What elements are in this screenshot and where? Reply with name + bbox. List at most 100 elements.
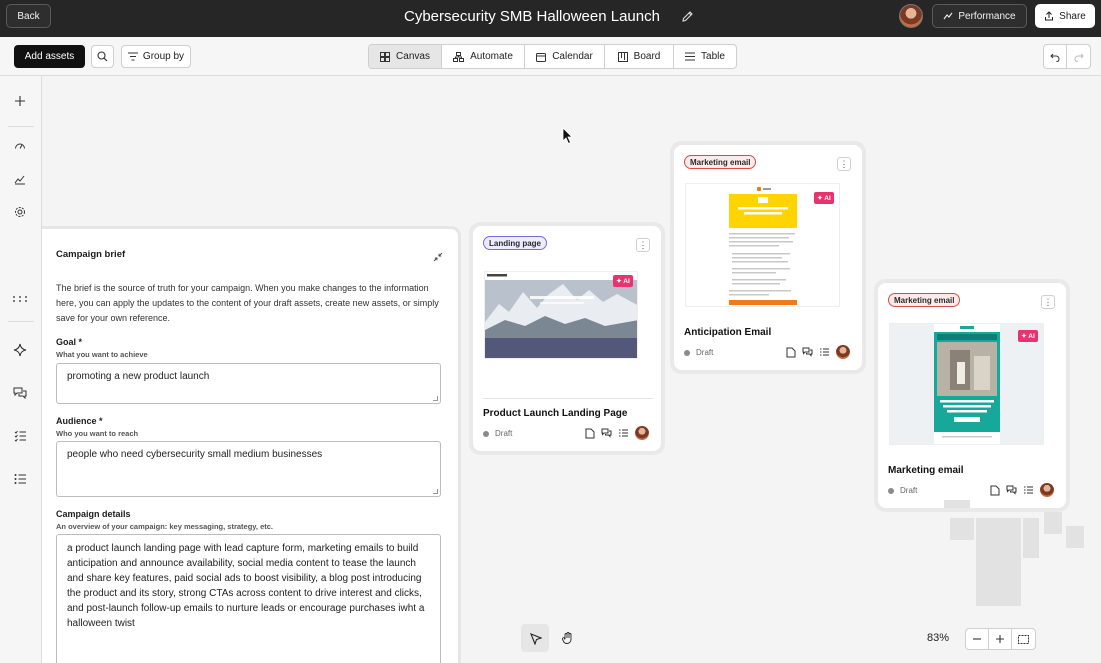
document-icon[interactable] <box>785 347 796 358</box>
hand-icon <box>562 632 572 644</box>
performance-icon <box>943 12 953 20</box>
marketing-email-card[interactable]: Marketing email ⋮ ✦ AI Marketing email D… <box>874 279 1070 512</box>
campaign-title: Cybersecurity SMB Halloween Launch <box>404 8 660 25</box>
brief-title: Campaign brief <box>56 249 126 260</box>
zoom-controls <box>965 628 1036 650</box>
card-actions <box>785 345 850 359</box>
sparkle-icon[interactable] <box>12 342 28 358</box>
left-rail <box>0 76 42 663</box>
search-button[interactable] <box>91 45 114 68</box>
canvas-icon <box>380 51 391 62</box>
comments-icon[interactable] <box>601 428 612 439</box>
tab-calendar-label: Calendar <box>552 51 593 62</box>
add-assets-button[interactable]: Add assets <box>14 45 85 68</box>
status-dot <box>483 430 489 437</box>
tab-calendar[interactable]: Calendar <box>525 45 605 68</box>
group-by-button[interactable]: Group by <box>121 45 191 68</box>
select-tool-button[interactable] <box>521 624 549 652</box>
search-icon <box>97 51 108 62</box>
resize-handle-icon[interactable] <box>433 489 438 494</box>
landing-page-card-body: Landing page ⋮ ✦ AI Product Launch Landi… <box>473 226 661 451</box>
fit-to-screen-button[interactable] <box>1012 629 1035 649</box>
minus-icon <box>973 638 981 640</box>
drag-handle-icon[interactable] <box>12 291 28 307</box>
status-badge: Draft <box>888 486 917 495</box>
back-label: Back <box>17 10 40 22</box>
zoom-in-button[interactable] <box>989 629 1012 649</box>
status-label: Draft <box>900 486 918 495</box>
goal-sublabel: What you want to achieve <box>56 350 148 359</box>
card-actions <box>989 483 1054 497</box>
landing-page-card[interactable]: Landing page ⋮ ✦ AI Product Launch Landi… <box>469 222 665 455</box>
zoom-out-button[interactable] <box>966 629 989 649</box>
more-options-button[interactable]: ⋮ <box>837 157 851 171</box>
plus-icon[interactable] <box>12 93 28 109</box>
details-field[interactable]: a product launch landing page with lead … <box>56 534 441 663</box>
card-actions <box>584 426 649 440</box>
assignee-avatar[interactable] <box>836 345 850 359</box>
comments-icon[interactable] <box>1006 485 1017 496</box>
more-options-button[interactable]: ⋮ <box>636 238 650 252</box>
tab-board-label: Board <box>633 51 661 62</box>
pencil-icon[interactable] <box>681 10 694 23</box>
toolbar: Add assets Group by Canvas Automate Cale… <box>0 37 1101 76</box>
goal-label: Goal * <box>56 337 83 347</box>
card-title: Anticipation Email <box>684 327 772 338</box>
undo-icon <box>1050 53 1060 62</box>
details-sublabel: An overview of your campaign: key messag… <box>56 522 274 531</box>
audience-label: Audience * <box>56 416 103 426</box>
tab-table[interactable]: Table <box>674 45 736 68</box>
undo-button[interactable] <box>1044 45 1067 68</box>
document-icon[interactable] <box>584 428 595 439</box>
goal-field[interactable]: promoting a new product launch <box>56 363 441 404</box>
analytics-icon[interactable] <box>12 171 28 187</box>
redo-button[interactable] <box>1067 45 1090 68</box>
status-badge: Draft <box>684 348 713 357</box>
fit-frame-icon <box>1018 634 1029 644</box>
user-avatar[interactable] <box>899 4 923 28</box>
list-icon[interactable] <box>12 471 28 487</box>
asset-type-tag: Marketing email <box>684 155 757 169</box>
ai-badge: ✦ AI <box>613 275 633 287</box>
gauge-icon[interactable] <box>12 138 28 154</box>
share-icon <box>1045 11 1054 21</box>
rail-divider <box>8 321 34 322</box>
tab-automate[interactable]: Automate <box>442 45 525 68</box>
board-icon <box>617 51 628 62</box>
assignee-avatar[interactable] <box>1040 483 1054 497</box>
comments-icon[interactable] <box>12 385 28 401</box>
checklist-icon[interactable] <box>12 428 28 444</box>
pointer-icon <box>529 632 542 645</box>
share-label: Share <box>1059 10 1086 22</box>
checklist-icon[interactable] <box>819 347 830 358</box>
details-label: Campaign details <box>56 509 131 519</box>
checklist-icon[interactable] <box>1023 485 1034 496</box>
collapse-icon[interactable] <box>433 249 443 262</box>
document-icon[interactable] <box>989 485 1000 496</box>
assignee-avatar[interactable] <box>635 426 649 440</box>
tab-canvas[interactable]: Canvas <box>369 45 442 68</box>
group-by-label: Group by <box>142 51 185 62</box>
asset-type-tag: Landing page <box>483 236 547 250</box>
tab-board[interactable]: Board <box>605 45 674 68</box>
checklist-icon[interactable] <box>618 428 629 439</box>
pan-tool-button[interactable] <box>554 624 582 652</box>
audience-value: people who need cybersecurity small medi… <box>67 449 323 460</box>
marketing-email-card-body: Marketing email ⋮ ✦ AI Marketing email D… <box>878 283 1066 508</box>
tab-automate-label: Automate <box>470 51 513 62</box>
more-options-button[interactable]: ⋮ <box>1041 295 1055 309</box>
comments-icon[interactable] <box>802 347 813 358</box>
performance-label: Performance <box>958 10 1016 22</box>
audience-field[interactable]: people who need cybersecurity small medi… <box>56 441 441 497</box>
back-button[interactable]: Back <box>6 4 51 28</box>
ai-badge: ✦ AI <box>814 192 834 204</box>
share-button[interactable]: Share <box>1035 4 1095 28</box>
filter-lines-icon <box>127 52 138 61</box>
performance-button[interactable]: Performance <box>932 4 1027 28</box>
gear-icon[interactable] <box>12 204 28 220</box>
calendar-icon <box>536 52 547 62</box>
anticipation-email-card[interactable]: Marketing email ⋮ ✦ AI Anticipation Emai… <box>670 141 866 374</box>
view-switcher: Canvas Automate Calendar Board Table <box>368 44 737 69</box>
card-title: Product Launch Landing Page <box>483 408 628 419</box>
resize-handle-icon[interactable] <box>433 396 438 401</box>
